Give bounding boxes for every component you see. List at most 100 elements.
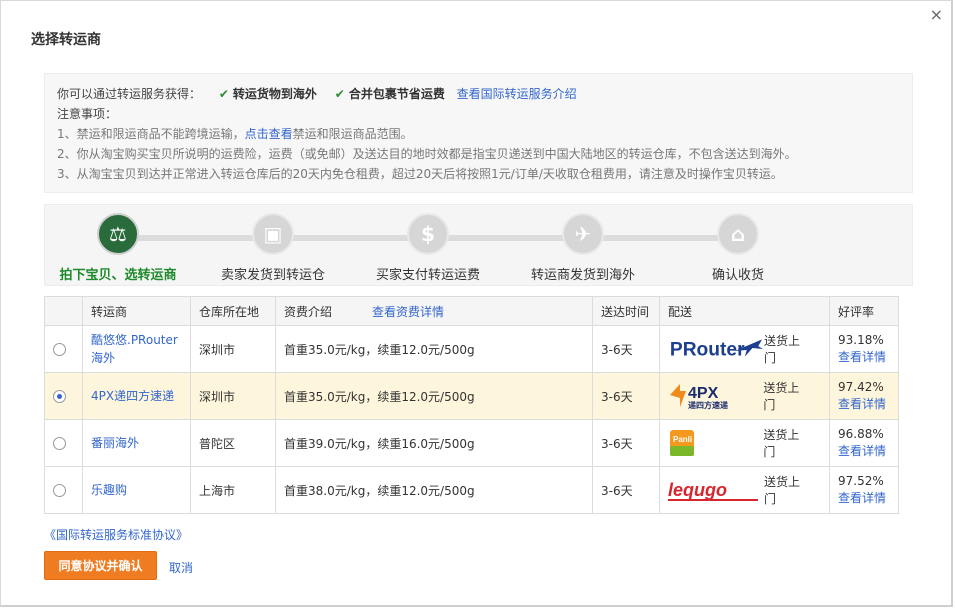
table-row[interactable]: 酷悠悠.PRouter 海外 深圳市 首重35.0元/kg，续重12.0元/500… [44, 325, 899, 373]
notice-item-3: 3、从淘宝宝贝到达并正常进入转运仓库后的20天内免仓租费，超过20天后将按照1元… [57, 167, 783, 181]
carrier-radio-selected[interactable] [53, 390, 66, 403]
radio-cell[interactable] [44, 325, 83, 373]
delivery-cell: 4PX 递四方速递 送货上门 [659, 372, 830, 420]
warehouse-city: 深圳市 [190, 372, 276, 420]
fee-text: 首重38.0元/kg，续重12.0元/500g [275, 466, 593, 514]
progress-steps: ⚖ 拍下宝贝、选转运商 ▣ 卖家发货到转运仓 $ 买家支付转运运费 ✈ 转运商发… [44, 204, 913, 286]
step-3: $ 买家支付转运运费 [353, 213, 503, 283]
rating-value: 96.88% [838, 427, 884, 441]
delivery-time: 3-6天 [592, 325, 660, 373]
prouter-logo: PRouter [668, 335, 764, 363]
warehouse-city: 普陀区 [190, 419, 276, 467]
panli-logo-text: Panli [673, 435, 692, 444]
table-header-row: 转运商 仓库所在地 资费介绍 查看资费详情 送达时间 配送 好评率 [44, 296, 899, 326]
close-icon[interactable]: × [930, 7, 943, 23]
table-row[interactable]: 番丽海外 普陀区 首重39.0元/kg，续重16.0元/500g 3-6天 Pa… [44, 419, 899, 467]
delivery-method: 送货上门 [763, 428, 800, 459]
fee-detail-link[interactable]: 查看资费详情 [372, 305, 444, 319]
table-row[interactable]: 4PX递四方速递 深圳市 首重35.0元/kg，续重12.0元/500g 3-6… [44, 372, 899, 420]
step-1: ⚖ 拍下宝贝、选转运商 [43, 213, 193, 283]
confirm-button[interactable]: 同意协议并确认 [44, 551, 157, 580]
radio-cell[interactable] [44, 419, 83, 467]
header-carrier: 转运商 [82, 296, 191, 326]
delivery-cell: lequgo 送货上门 [659, 466, 830, 514]
step-5-label: 确认收货 [711, 268, 764, 283]
house-icon: ⌂ [717, 213, 759, 255]
4px-logo-text: 4PX [688, 385, 719, 402]
gavel-icon: ⚖ [97, 213, 139, 255]
carrier-name-link[interactable]: 酷悠悠.PRouter 海外 [91, 333, 178, 365]
step-3-label: 买家支付转运运费 [375, 268, 480, 283]
rating-cell: 97.42% 查看详情 [829, 372, 899, 420]
notice-heading: 注意事项： [57, 107, 118, 121]
dialog-title: 选择转运商 [31, 32, 101, 48]
notice-item-1-pre: 1、禁运和限运商品不能跨境运输， [57, 127, 245, 141]
dollar-icon: $ [407, 213, 449, 255]
step-5: ⌂ 确认收货 [663, 213, 813, 283]
rating-value: 97.42% [838, 380, 884, 394]
carrier-radio[interactable] [53, 484, 66, 497]
panli-logo: Panli [668, 429, 763, 457]
rating-cell: 97.52% 查看详情 [829, 466, 899, 514]
carrier-name-line1: 酷悠悠.PRouter [91, 333, 178, 347]
rating-value: 97.52% [838, 474, 884, 488]
service-intro-link[interactable]: 查看国际转运服务介绍 [457, 87, 577, 101]
header-fee: 资费介绍 查看资费详情 [275, 296, 593, 326]
header-time: 送达时间 [592, 296, 660, 326]
feature-ship-overseas: 转运货物到海外 [232, 87, 317, 101]
header-warehouse: 仓库所在地 [190, 296, 276, 326]
cancel-link[interactable]: 取消 [169, 559, 193, 576]
airplane-icon: ✈ [562, 213, 604, 255]
4px-logo-subtext: 递四方速递 [688, 400, 728, 410]
delivery-time: 3-6天 [592, 419, 660, 467]
lequgo-logo: lequgo [668, 476, 764, 504]
header-fee-label: 资费介绍 [284, 304, 333, 319]
rating-cell: 93.18% 查看详情 [829, 325, 899, 373]
delivery-cell: PRouter 送货上门 [659, 325, 830, 373]
rating-detail-link[interactable]: 查看详情 [838, 396, 890, 413]
step-2: ▣ 卖家发货到转运仓 [198, 213, 348, 283]
fee-text: 首重39.0元/kg，续重16.0元/500g [275, 419, 593, 467]
step-1-label: 拍下宝贝、选转运商 [59, 268, 177, 283]
header-delivery: 配送 [659, 296, 830, 326]
carrier-radio[interactable] [53, 343, 66, 356]
notice-intro-line: 你可以通过转运服务获得： ✔ 转运货物到海外 ✔ 合并包裹节省运费 查看国际转运服务… [57, 84, 900, 104]
agreement-link[interactable]: 《国际转运服务标准协议》 [44, 526, 188, 543]
notice-intro: 你可以通过转运服务获得： [57, 87, 202, 101]
table-row[interactable]: 乐趣购 上海市 首重38.0元/kg，续重12.0元/500g 3-6天 leq… [44, 466, 899, 514]
header-radio [44, 296, 83, 326]
step-4-label: 转运商发货到海外 [530, 268, 635, 283]
carrier-name-link[interactable]: 番丽海外 [91, 436, 139, 450]
carrier-name-cell: 乐趣购 [82, 466, 191, 514]
warehouse-city: 深圳市 [190, 325, 276, 373]
rating-detail-link[interactable]: 查看详情 [838, 349, 890, 366]
carrier-radio[interactable] [53, 437, 66, 450]
rating-cell: 96.88% 查看详情 [829, 419, 899, 467]
lequgo-logo-text: lequgo [668, 480, 727, 500]
carrier-name-cell: 番丽海外 [82, 419, 191, 467]
radio-cell[interactable] [44, 466, 83, 514]
carrier-name-line2: 海外 [91, 351, 116, 365]
carrier-name-cell: 4PX递四方速递 [82, 372, 191, 420]
transit-dialog: × 选择转运商 你可以通过转运服务获得： ✔ 转运货物到海外 ✔ 合并包裹节省运费 … [0, 0, 953, 607]
carrier-name-link[interactable]: 4PX递四方速递 [91, 389, 174, 403]
delivery-method: 送货上门 [763, 381, 800, 412]
prouter-logo-text: PRouter [670, 340, 745, 361]
carrier-name-cell: 酷悠悠.PRouter 海外 [82, 325, 191, 373]
rating-detail-link[interactable]: 查看详情 [838, 490, 890, 507]
notice-box: 你可以通过转运服务获得： ✔ 转运货物到海外 ✔ 合并包裹节省运费 查看国际转运服务… [44, 73, 913, 193]
restricted-goods-link[interactable]: 点击查看 [245, 127, 293, 141]
carrier-name-link[interactable]: 乐趣购 [91, 483, 127, 497]
rating-value: 93.18% [838, 333, 884, 347]
step-2-label: 卖家发货到转运仓 [220, 268, 325, 283]
warehouse-city: 上海市 [190, 466, 276, 514]
radio-cell[interactable] [44, 372, 83, 420]
delivery-time: 3-6天 [592, 372, 660, 420]
rating-detail-link[interactable]: 查看详情 [838, 443, 890, 460]
delivery-time: 3-6天 [592, 466, 660, 514]
carrier-table: 转运商 仓库所在地 资费介绍 查看资费详情 送达时间 配送 好评率 酷悠悠.PRo… [44, 296, 899, 514]
delivery-method: 送货上门 [764, 475, 801, 506]
fee-text: 首重35.0元/kg，续重12.0元/500g [275, 372, 593, 420]
header-rating: 好评率 [829, 296, 899, 326]
notice-item-1: 1、禁运和限运商品不能跨境运输，点击查看禁运和限运商品范围。 [57, 124, 900, 144]
